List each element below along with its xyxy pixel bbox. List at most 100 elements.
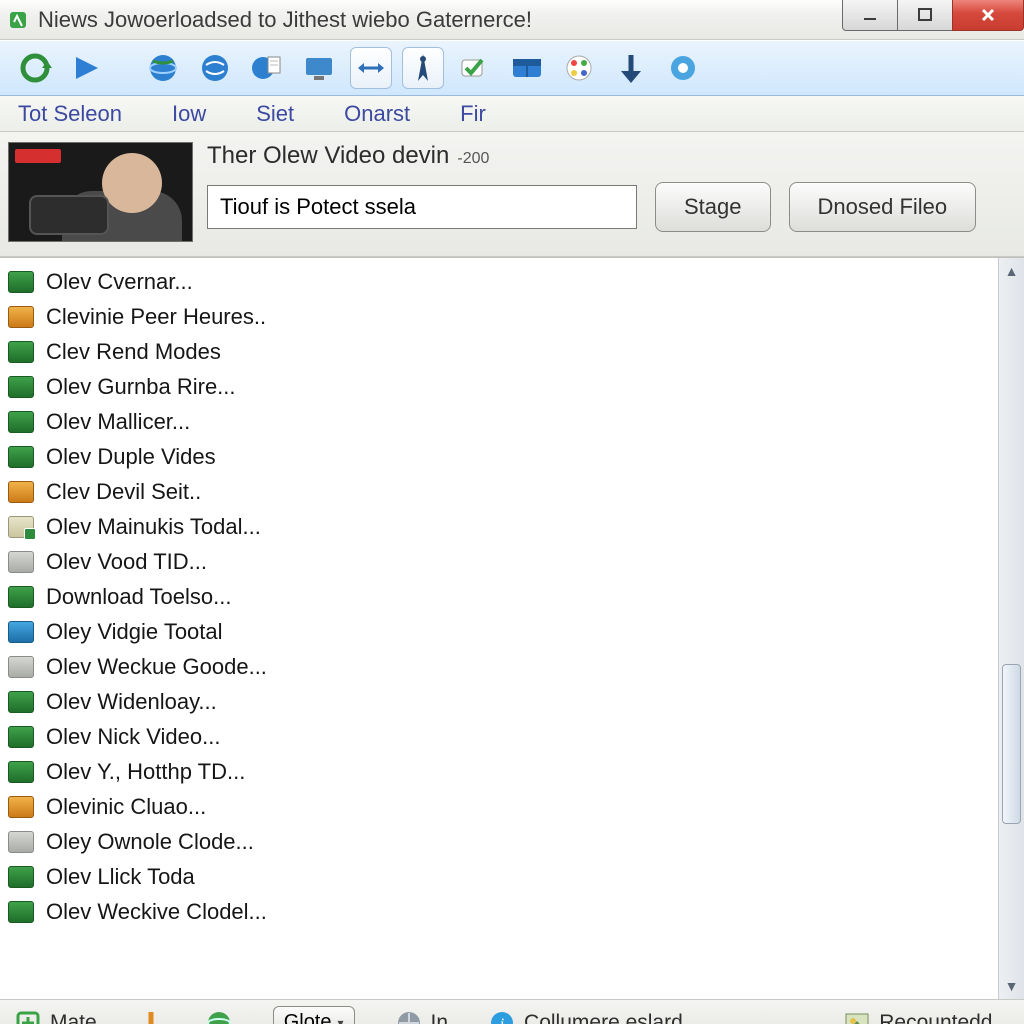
globe-small-icon[interactable] [205, 1009, 233, 1024]
menu-item-3[interactable]: Onarst [344, 101, 410, 127]
list-item[interactable]: Olev Gurnba Rire... [8, 369, 1016, 404]
refresh-icon[interactable] [14, 47, 56, 89]
list-item[interactable]: Olev Nick Video... [8, 719, 1016, 754]
file-icon [8, 376, 34, 398]
grey-globe-icon [395, 1009, 423, 1024]
video-thumbnail[interactable] [8, 142, 193, 242]
list-item[interactable]: Oley Vidgie Tootal [8, 614, 1016, 649]
glote-label: Glote [284, 1011, 332, 1024]
file-icon [8, 446, 34, 468]
list-item[interactable]: Olev Vood TID... [8, 544, 1016, 579]
file-icon [8, 761, 34, 783]
file-icon [8, 656, 34, 678]
compass-icon[interactable] [402, 47, 444, 89]
status-collumere[interactable]: i Collumere eslard... [488, 1009, 700, 1024]
status-mate-label: Mate [50, 1011, 97, 1024]
video-badge: -200 [457, 150, 489, 168]
globe2-icon[interactable] [194, 47, 236, 89]
list-item-label: Olev Duple Vides [46, 444, 216, 470]
file-icon [8, 306, 34, 328]
globe-paper-icon[interactable] [246, 47, 288, 89]
list-item[interactable]: Olev Cvernar... [8, 264, 1016, 299]
list-item[interactable]: Olev Widenloay... [8, 684, 1016, 719]
status-bar: Mate Glote ▾ In i Collumere eslard... Re… [0, 999, 1024, 1024]
list-item[interactable]: Olev Llick Toda [8, 859, 1016, 894]
list-item-label: Olev Vood TID... [46, 549, 207, 575]
menu-item-1[interactable]: Iow [172, 101, 206, 127]
file-icon [8, 516, 34, 538]
list-item-label: Olev Llick Toda [46, 864, 195, 890]
video-title: Ther Olew Video devin -200 [207, 142, 1006, 170]
window-controls [842, 0, 1024, 39]
download-arrow-icon[interactable] [137, 1009, 165, 1024]
file-icon [8, 271, 34, 293]
app-icon [8, 10, 28, 30]
list-panel: Olev Cvernar... Clevinie Peer Heures.. Cle… [0, 257, 1024, 999]
list-item[interactable]: Olev Mainukis Todal... [8, 509, 1016, 544]
video-title-text: Ther Olew Video devin [207, 142, 449, 170]
scroll-up-icon[interactable]: ▲ [999, 258, 1024, 284]
file-icon [8, 551, 34, 573]
list-item-label: Olev Y., Hotthp TD... [46, 759, 245, 785]
list-item[interactable]: Olev Weckive Clodel... [8, 894, 1016, 929]
list-item[interactable]: Clev Devil Seit.. [8, 474, 1016, 509]
minimize-button[interactable] [842, 0, 898, 31]
browse-button[interactable]: Dnosed Fileo [789, 182, 977, 232]
file-icon [8, 481, 34, 503]
svg-text:i: i [500, 1016, 504, 1024]
list-item[interactable]: Olevinic Cluao... [8, 789, 1016, 824]
glote-button[interactable]: Glote ▾ [273, 1006, 355, 1024]
path-input[interactable] [207, 185, 637, 229]
list-item[interactable]: Clev Rend Modes [8, 334, 1016, 369]
list-item[interactable]: Clevinie Peer Heures.. [8, 299, 1016, 334]
file-icon [8, 901, 34, 923]
status-in[interactable]: In [395, 1009, 449, 1024]
maximize-button[interactable] [897, 0, 953, 31]
scroll-thumb[interactable] [1002, 664, 1021, 824]
list-item-label: Olev Weckue Goode... [46, 654, 267, 680]
download-icon[interactable] [610, 47, 652, 89]
file-icon [8, 621, 34, 643]
list-item-label: Clevinie Peer Heures.. [46, 304, 266, 330]
paint-icon[interactable] [558, 47, 600, 89]
list-item-label: Olevinic Cluao... [46, 794, 206, 820]
list-item-label: Oley Ownole Clode... [46, 829, 254, 855]
list-item[interactable]: Olev Weckue Goode... [8, 649, 1016, 684]
file-icon [8, 691, 34, 713]
monitor-icon[interactable] [298, 47, 340, 89]
globe-icon[interactable] [142, 47, 184, 89]
status-recount-label: Recountedd... [879, 1011, 1010, 1024]
file-icon [8, 866, 34, 888]
menu-item-4[interactable]: Fir [460, 101, 486, 127]
menu-bar: Tot Seleon Iow Siet Onarst Fir [0, 96, 1024, 132]
close-button[interactable] [952, 0, 1024, 31]
file-icon [8, 726, 34, 748]
info-panel: Ther Olew Video devin -200 Stage Dnosed … [0, 132, 1024, 257]
resize-h-icon[interactable] [350, 47, 392, 89]
list-item[interactable]: Download Toelso... [8, 579, 1016, 614]
scrollbar[interactable]: ▲ ▼ [998, 258, 1024, 999]
file-list[interactable]: Olev Cvernar... Clevinie Peer Heures.. Cle… [0, 258, 1024, 999]
list-item[interactable]: Olev Mallicer... [8, 404, 1016, 439]
list-item-label: Olev Weckive Clodel... [46, 899, 267, 925]
scroll-down-icon[interactable]: ▼ [999, 973, 1024, 999]
info-icon: i [488, 1009, 516, 1024]
list-item[interactable]: Oley Ownole Clode... [8, 824, 1016, 859]
status-mate[interactable]: Mate [14, 1009, 97, 1024]
help-icon[interactable] [662, 47, 704, 89]
forward-icon[interactable] [66, 47, 108, 89]
list-item-label: Olev Cvernar... [46, 269, 193, 295]
list-item[interactable]: Olev Duple Vides [8, 439, 1016, 474]
status-recount[interactable]: Recountedd... [843, 1009, 1010, 1024]
check-icon[interactable] [454, 47, 496, 89]
split-icon[interactable] [506, 47, 548, 89]
title-bar: Niews Jowoerloadsed to Jithest wiebo Gat… [0, 0, 1024, 40]
stage-button[interactable]: Stage [655, 182, 771, 232]
picture-icon [843, 1009, 871, 1024]
menu-item-2[interactable]: Siet [256, 101, 294, 127]
file-icon [8, 586, 34, 608]
scroll-track[interactable] [999, 284, 1024, 973]
menu-item-0[interactable]: Tot Seleon [18, 101, 122, 127]
list-item[interactable]: Olev Y., Hotthp TD... [8, 754, 1016, 789]
list-item-label: Clev Rend Modes [46, 339, 221, 365]
